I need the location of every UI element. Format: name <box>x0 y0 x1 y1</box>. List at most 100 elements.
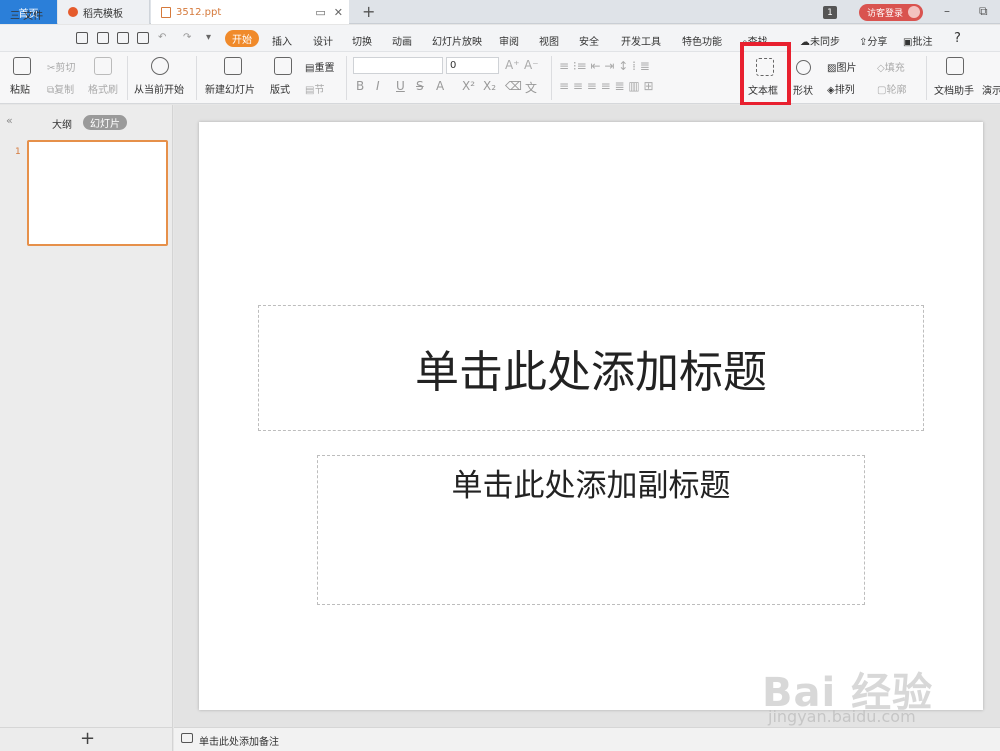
ppt-file-icon <box>161 6 171 18</box>
shape-icon[interactable] <box>796 60 811 75</box>
format-painter-button[interactable]: 格式刷 <box>88 81 118 96</box>
title-placeholder[interactable]: 单击此处添加标题 <box>258 305 924 431</box>
save-icon[interactable] <box>76 32 88 44</box>
reset-button[interactable]: ▤重置 <box>305 59 334 74</box>
copy-label: 复制 <box>54 85 75 96</box>
visitor-login-label: 访客登录 <box>867 9 904 19</box>
italic-icon[interactable]: I <box>376 79 380 93</box>
outline-tab[interactable]: 大纲 <box>52 116 72 131</box>
doc-assistant-button[interactable]: 文档助手 <box>934 82 974 97</box>
tab-review[interactable]: 审阅 <box>499 33 519 48</box>
minimize-button[interactable]: – <box>944 4 950 18</box>
close-tab-icon[interactable]: ✕ <box>334 6 343 19</box>
cut-label: 剪切 <box>55 63 76 74</box>
fill-icon: ◇ <box>877 63 885 74</box>
layout-button[interactable]: 版式 <box>270 81 290 96</box>
tab-design[interactable]: 设计 <box>313 33 333 48</box>
share-label: 分享 <box>867 37 888 48</box>
tab-document[interactable]: 3512.ppt ▭ ✕ <box>151 0 349 24</box>
play-icon[interactable] <box>151 57 169 75</box>
from-current-button[interactable]: 从当前开始 <box>134 81 184 96</box>
redo-icon[interactable]: ↷ <box>183 32 191 43</box>
font-color-icon[interactable]: A <box>436 79 444 93</box>
layout-icon[interactable] <box>274 57 292 75</box>
copy-button[interactable]: ⧉复制 <box>47 81 74 96</box>
tab-insert[interactable]: 插入 <box>272 33 292 48</box>
tab-slideshow[interactable]: 幻灯片放映 <box>432 33 482 48</box>
slides-tab[interactable]: 幻灯片 <box>83 115 127 130</box>
outline-label: 轮廓 <box>886 85 907 96</box>
new-slide-icon[interactable] <box>224 57 242 75</box>
new-tab-button[interactable]: + <box>362 2 375 21</box>
superscript-icon[interactable]: X² <box>462 79 475 93</box>
subscript-icon[interactable]: X₂ <box>483 79 496 93</box>
notes-icon <box>181 733 193 743</box>
doc-assistant-icon[interactable] <box>946 57 964 75</box>
sync-button[interactable]: ☁未同步 <box>800 33 840 48</box>
arrange-label: 排列 <box>834 85 855 96</box>
tab-security[interactable]: 安全 <box>579 33 599 48</box>
tab-developer[interactable]: 开发工具 <box>621 33 661 48</box>
outline-button[interactable]: ▢轮廓 <box>877 81 906 96</box>
preview-icon[interactable] <box>137 32 149 44</box>
tab-view[interactable]: 视图 <box>539 33 559 48</box>
shape-button[interactable]: 形状 <box>793 82 813 97</box>
print-icon[interactable] <box>117 32 129 44</box>
visitor-login-button[interactable]: 访客登录 <box>859 4 923 21</box>
arrange-button[interactable]: ◈排列 <box>827 81 855 96</box>
subtitle-placeholder[interactable]: 单击此处添加副标题 <box>317 455 865 605</box>
new-slide-button[interactable]: 新建幻灯片 <box>205 81 255 96</box>
sync-label: 未同步 <box>810 37 840 48</box>
shrink-font-icon[interactable]: A⁻ <box>524 58 539 72</box>
bold-icon[interactable]: B <box>356 79 364 93</box>
export-icon[interactable] <box>97 32 109 44</box>
strikethrough-icon[interactable]: S <box>416 79 424 93</box>
cut-button[interactable]: ✂剪切 <box>47 59 75 74</box>
screen-icon[interactable]: ▭ <box>315 6 325 19</box>
font-size-select[interactable]: 0 <box>446 57 499 74</box>
tab-document-label: 3512.ppt <box>176 6 222 18</box>
divider <box>926 56 927 100</box>
help-button[interactable]: ? <box>954 31 961 46</box>
paste-button[interactable]: 粘贴 <box>10 81 30 96</box>
paste-icon[interactable] <box>13 57 31 75</box>
highlight-box <box>740 42 791 106</box>
customize-icon[interactable]: ▾ <box>206 32 211 43</box>
share-button[interactable]: ⇪分享 <box>859 33 887 48</box>
picture-label: 图片 <box>836 63 857 74</box>
undo-icon[interactable]: ↶ <box>158 32 166 43</box>
reset-label: 重置 <box>314 63 335 74</box>
clear-format-icon[interactable]: ⌫ <box>505 79 522 93</box>
arrange-icon: ◈ <box>827 85 835 96</box>
paragraph-tools-icon[interactable]: ≡ ⁝≡ ⇤ ⇥ ↕ ⁞ ≣ <box>559 59 650 73</box>
comment-button[interactable]: ▣批注 <box>903 33 932 48</box>
file-menu[interactable]: 三 文件 <box>10 7 43 22</box>
present-button[interactable]: 演示 <box>982 82 1000 97</box>
underline-icon[interactable]: U <box>396 79 405 93</box>
fill-button[interactable]: ◇填充 <box>877 59 905 74</box>
phonetic-icon[interactable]: 文 <box>525 79 537 96</box>
picture-button[interactable]: ▨图片 <box>827 59 856 74</box>
tab-features[interactable]: 特色功能 <box>682 33 722 48</box>
notes-placeholder[interactable]: 单击此处添加备注 <box>199 733 279 748</box>
tab-template[interactable]: 稻壳模板 <box>58 0 150 24</box>
font-family-select[interactable] <box>353 57 443 74</box>
grow-font-icon[interactable]: A⁺ <box>505 58 520 72</box>
window-count-badge[interactable]: 1 <box>823 6 837 19</box>
slide-thumbnail[interactable] <box>27 140 168 246</box>
tab-home-ribbon[interactable]: 开始 <box>225 30 259 47</box>
add-slide-button[interactable]: + <box>80 728 95 749</box>
alignment-tools-icon[interactable]: ≡ ≡ ≡ ≡ ≣ ▥ ⊞ <box>559 79 654 93</box>
tab-bar <box>0 0 1000 24</box>
watermark-url: jingyan.baidu.com <box>768 707 916 726</box>
tab-transition[interactable]: 切换 <box>352 33 372 48</box>
tab-template-label: 稻壳模板 <box>83 8 123 20</box>
comment-label: 批注 <box>912 37 933 48</box>
docer-logo-icon <box>68 7 78 17</box>
section-button[interactable]: ▤节 <box>305 81 324 96</box>
restore-button[interactable]: ⧉ <box>979 4 988 19</box>
tab-animation[interactable]: 动画 <box>392 33 412 48</box>
section-label: 节 <box>314 85 325 96</box>
format-painter-icon[interactable] <box>94 57 112 75</box>
collapse-pane-button[interactable]: « <box>6 114 13 127</box>
